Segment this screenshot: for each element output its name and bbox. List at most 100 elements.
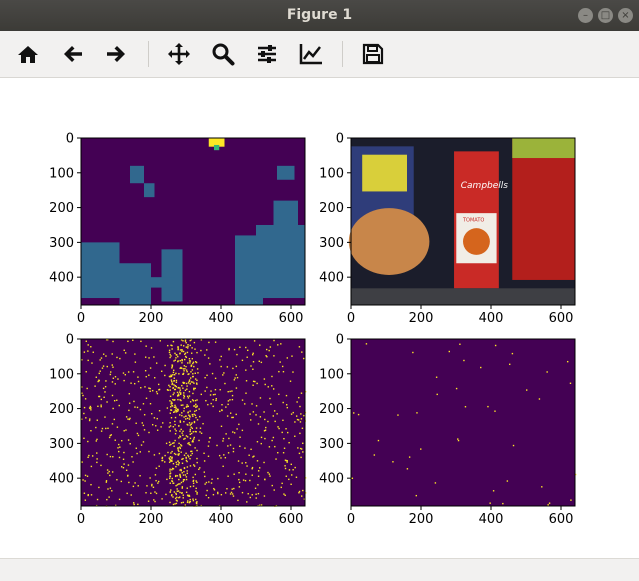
data-point (189, 433, 192, 435)
data-point (173, 392, 175, 394)
data-point (169, 470, 171, 472)
data-point (172, 482, 174, 484)
data-point (273, 410, 276, 412)
data-point (172, 373, 174, 376)
data-point (159, 340, 161, 342)
data-point (231, 394, 234, 397)
data-point (248, 454, 250, 456)
data-point (170, 406, 172, 408)
data-point (165, 493, 167, 496)
data-point (161, 456, 164, 459)
data-point (188, 422, 191, 424)
data-point (189, 339, 191, 342)
x-tick-label: 400 (209, 512, 234, 527)
data-point (282, 401, 284, 404)
data-point (448, 350, 450, 353)
data-point (116, 479, 118, 481)
data-point (169, 482, 171, 484)
data-point (185, 342, 187, 344)
data-point (267, 386, 269, 388)
data-point (286, 406, 289, 409)
data-point (244, 447, 246, 449)
data-point (169, 386, 171, 388)
data-point (174, 423, 176, 426)
data-point (435, 376, 438, 378)
data-point (183, 410, 185, 412)
data-point (239, 436, 241, 438)
data-point (206, 489, 208, 492)
data-point (186, 487, 188, 489)
data-point (274, 445, 276, 448)
data-point (172, 496, 174, 498)
data-point (184, 339, 187, 341)
data-point (416, 412, 418, 414)
data-point (373, 454, 376, 456)
data-point (180, 451, 182, 453)
zoom-button[interactable] (208, 40, 238, 68)
y-tick-label: 0 (336, 333, 344, 348)
data-point (157, 480, 160, 483)
back-button[interactable] (58, 40, 88, 68)
data-point (132, 339, 134, 341)
data-point (149, 390, 151, 393)
data-point (194, 360, 197, 363)
data-point (192, 400, 195, 402)
data-point (158, 465, 160, 467)
data-point (164, 454, 166, 457)
home-button[interactable] (13, 40, 43, 68)
data-point (92, 351, 94, 353)
data-point (193, 388, 195, 391)
data-point (489, 502, 491, 504)
data-point (113, 400, 116, 402)
data-point (182, 345, 185, 347)
data-point (238, 481, 241, 484)
forward-button[interactable] (101, 40, 131, 68)
data-point (174, 439, 176, 442)
data-point (300, 448, 303, 450)
data-point (171, 348, 173, 350)
data-point (125, 429, 127, 431)
y-tick-label: 0 (336, 132, 344, 147)
data-point (186, 501, 189, 504)
data-point (106, 401, 108, 403)
data-point (156, 392, 159, 395)
data-point (105, 355, 107, 357)
data-point (289, 380, 292, 382)
data-point (176, 391, 179, 394)
save-button[interactable] (358, 40, 388, 68)
data-point (171, 380, 173, 383)
data-point (97, 405, 99, 408)
data-point (176, 410, 179, 412)
subplots-button[interactable] (252, 40, 282, 68)
data-point (182, 434, 184, 436)
data-point (182, 373, 185, 375)
data-point (104, 391, 106, 393)
data-point (169, 356, 171, 359)
data-point (151, 424, 154, 426)
data-point (148, 357, 150, 359)
data-point (238, 423, 240, 426)
data-point (148, 450, 150, 453)
data-point (207, 496, 210, 499)
data-point (128, 402, 131, 404)
data-point (205, 399, 207, 402)
data-point (284, 467, 287, 470)
data-point (134, 482, 136, 484)
data-point (145, 397, 148, 400)
data-point (155, 479, 157, 482)
data-point (173, 377, 175, 379)
maximize-icon[interactable]: □ (598, 8, 613, 23)
data-point (271, 484, 273, 487)
data-point (191, 347, 193, 349)
data-point (140, 387, 142, 389)
data-point (186, 460, 188, 463)
pan-button[interactable] (164, 40, 194, 68)
minimize-icon[interactable]: – (578, 8, 593, 23)
data-point (99, 370, 101, 372)
data-point (252, 411, 255, 413)
close-icon[interactable]: × (618, 8, 633, 23)
data-point (104, 385, 107, 388)
edit-axes-button[interactable] (296, 40, 326, 68)
data-point (123, 349, 125, 351)
x-tick-label: 200 (409, 311, 434, 326)
